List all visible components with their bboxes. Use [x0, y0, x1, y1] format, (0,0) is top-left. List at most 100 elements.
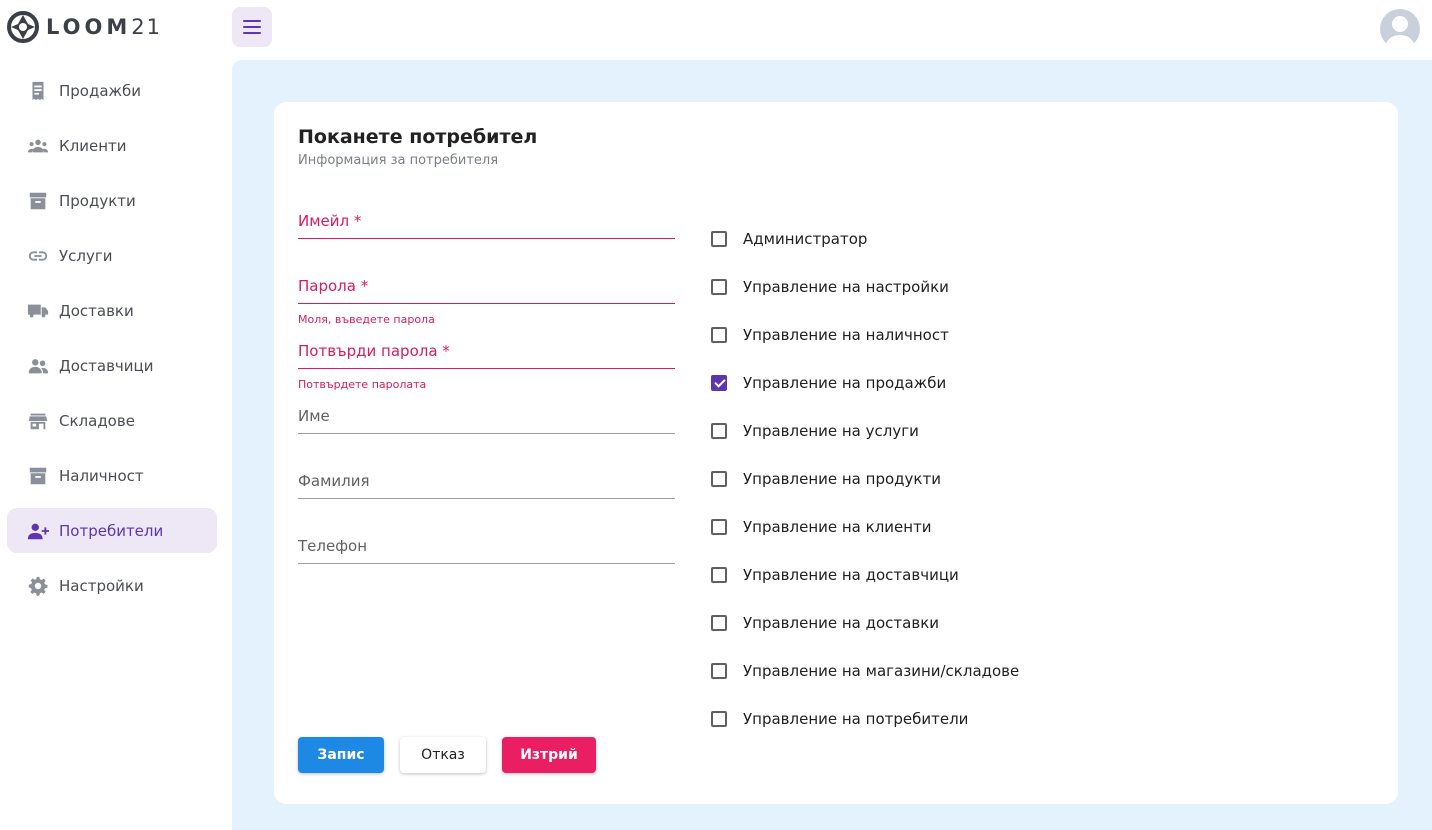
checkbox-icon[interactable] [711, 567, 727, 583]
phone-underline [298, 563, 675, 564]
last-name-field[interactable]: Фамилия [298, 472, 675, 499]
first-name-label: Име [298, 407, 330, 425]
permission-label: Управление на клиенти [743, 518, 932, 536]
people-icon [26, 354, 50, 378]
checkbox-icon[interactable] [711, 471, 727, 487]
permission-checkbox-row[interactable]: Управление на доставки [711, 599, 1019, 647]
password-underline [298, 303, 675, 304]
permissions-list: Администратор Управление на настройки Упра… [711, 215, 1019, 743]
permission-checkbox-row[interactable]: Управление на услуги [711, 407, 1019, 455]
permission-label: Управление на продажби [743, 374, 947, 392]
password-field[interactable]: Парола * Моля, въведете парола [298, 277, 675, 326]
last-name-underline [298, 498, 675, 499]
checkbox-icon[interactable] [711, 519, 727, 535]
save-button[interactable]: Запис [298, 737, 384, 773]
checkbox-checked-icon[interactable] [711, 375, 727, 391]
permission-checkbox-row[interactable]: Управление на магазини/складове [711, 647, 1019, 695]
delete-button[interactable]: Изтрий [502, 737, 596, 773]
permission-checkbox-row[interactable]: Управление на клиенти [711, 503, 1019, 551]
page-subtitle: Информация за потребителя [298, 153, 499, 168]
last-name-label: Фамилия [298, 472, 370, 490]
checkbox-icon[interactable] [711, 615, 727, 631]
permission-label: Управление на наличност [743, 326, 949, 344]
permission-checkbox-row[interactable]: Управление на наличност [711, 311, 1019, 359]
group-icon [26, 134, 50, 158]
sidebar-item-label: Складове [59, 411, 135, 430]
store-icon [26, 409, 50, 433]
cancel-button[interactable]: Отказ [400, 737, 486, 773]
gear-icon [26, 574, 50, 598]
logo-mark-icon [7, 11, 39, 43]
link-icon [26, 244, 50, 268]
checkbox-icon[interactable] [711, 279, 727, 295]
permission-checkbox-row[interactable]: Управление на продажби [711, 359, 1019, 407]
checkbox-icon[interactable] [711, 327, 727, 343]
person-add-icon [26, 519, 50, 543]
email-field[interactable]: Имейл * [298, 212, 675, 239]
sidebar: LOOM21 Продажби Клиенти Продукти Услуги … [0, 0, 232, 830]
confirm-password-field[interactable]: Потвърди парола * Потвърдете паролата [298, 342, 675, 391]
page-title: Поканете потребител [298, 126, 538, 148]
archive-box-icon [26, 189, 50, 213]
checkbox-icon[interactable] [711, 231, 727, 247]
permission-label: Администратор [743, 230, 868, 248]
sidebar-item-settings[interactable]: Настройки [7, 563, 217, 608]
permission-label: Управление на услуги [743, 422, 919, 440]
password-label: Парола * [298, 277, 369, 295]
checkbox-icon[interactable] [711, 423, 727, 439]
sidebar-item-deliveries[interactable]: Доставки [7, 288, 217, 333]
permission-checkbox-row[interactable]: Администратор [711, 215, 1019, 263]
first-name-field[interactable]: Име [298, 407, 675, 434]
confirm-password-underline [298, 368, 675, 369]
first-name-underline [298, 433, 675, 434]
phone-label: Телефон [298, 537, 368, 555]
menu-toggle-button[interactable] [232, 7, 272, 47]
checkbox-icon[interactable] [711, 711, 727, 727]
sidebar-item-label: Потребители [59, 521, 164, 540]
checkbox-icon[interactable] [711, 663, 727, 679]
hamburger-icon [243, 18, 261, 36]
truck-icon [26, 299, 50, 323]
archive-box-icon [26, 464, 50, 488]
main-content: Поканете потребител Информация за потреб… [232, 60, 1432, 830]
sidebar-item-label: Доставки [59, 301, 134, 320]
sidebar-item-clients[interactable]: Клиенти [7, 123, 217, 168]
sidebar-item-warehouses[interactable]: Складове [7, 398, 217, 443]
permission-checkbox-row[interactable]: Управление на настройки [711, 263, 1019, 311]
sidebar-item-label: Клиенти [59, 136, 127, 155]
brand-name: LOOM21 [46, 15, 162, 39]
sidebar-item-suppliers[interactable]: Доставчици [7, 343, 217, 388]
phone-field[interactable]: Телефон [298, 537, 675, 564]
app: LOOM21 Продажби Клиенти Продукти Услуги … [0, 0, 1432, 830]
sidebar-item-products[interactable]: Продукти [7, 178, 217, 223]
permission-checkbox-row[interactable]: Управление на доставчици [711, 551, 1019, 599]
brand-word: LOOM [46, 15, 132, 39]
confirm-password-label: Потвърди парола * [298, 342, 450, 360]
permission-label: Управление на доставки [743, 614, 940, 632]
password-error: Моля, въведете парола [298, 313, 435, 326]
sidebar-item-sales[interactable]: Продажби [7, 68, 217, 113]
permission-label: Управление на доставчици [743, 566, 959, 584]
permission-label: Управление на магазини/складове [743, 662, 1020, 680]
logo[interactable]: LOOM21 [6, 10, 162, 44]
sidebar-item-users[interactable]: Потребители [7, 508, 217, 553]
sidebar-item-label: Продукти [59, 191, 136, 210]
brand-suffix: 21 [131, 15, 162, 39]
sidebar-item-label: Доставчици [59, 356, 154, 375]
permission-label: Управление на потребители [743, 710, 969, 728]
confirm-password-error: Потвърдете паролата [298, 378, 427, 391]
sidebar-item-label: Продажби [59, 81, 142, 100]
invite-user-card: Поканете потребител Информация за потреб… [274, 102, 1398, 804]
receipt-icon [26, 79, 50, 103]
permission-label: Управление на настройки [743, 278, 949, 296]
sidebar-item-label: Наличност [59, 466, 144, 485]
email-label: Имейл * [298, 212, 362, 230]
sidebar-nav: Продажби Клиенти Продукти Услуги Доставк… [7, 68, 217, 618]
sidebar-item-inventory[interactable]: Наличност [7, 453, 217, 498]
sidebar-item-services[interactable]: Услуги [7, 233, 217, 278]
sidebar-item-label: Услуги [59, 246, 113, 265]
user-avatar-icon[interactable] [1380, 9, 1420, 49]
permission-checkbox-row[interactable]: Управление на продукти [711, 455, 1019, 503]
permission-label: Управление на продукти [743, 470, 941, 488]
permission-checkbox-row[interactable]: Управление на потребители [711, 695, 1019, 743]
